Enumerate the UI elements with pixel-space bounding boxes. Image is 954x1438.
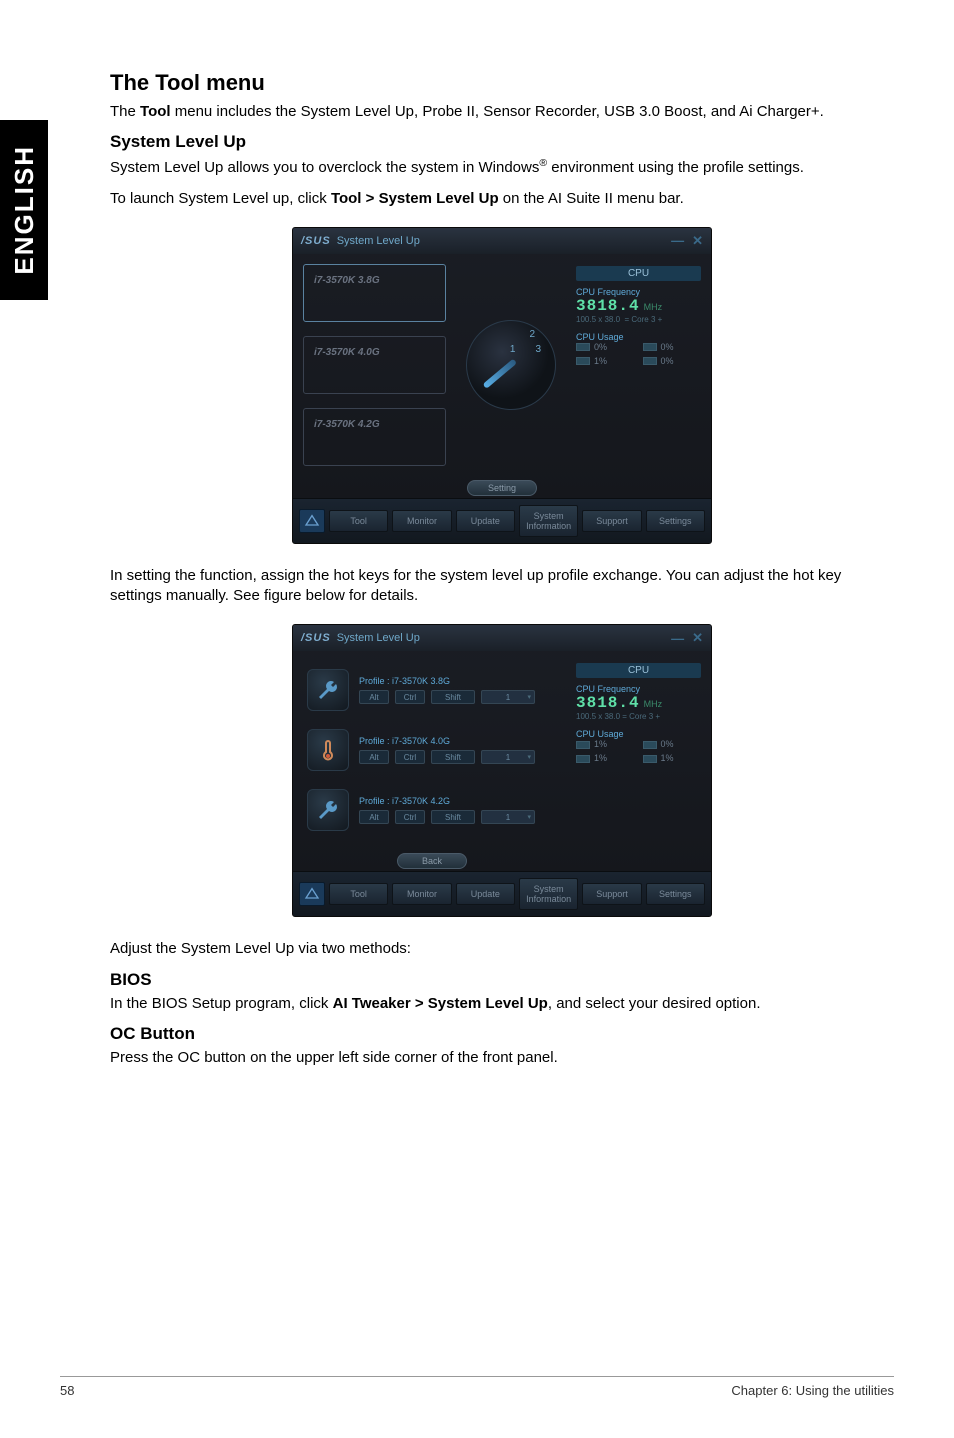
close-icon[interactable]: ✕ <box>692 233 703 249</box>
language-side-tab: ENGLISH <box>0 120 48 300</box>
dial-needle-icon <box>483 358 517 388</box>
para-bios: In the BIOS Setup program, click AI Twea… <box>110 994 894 1014</box>
wrench-icon <box>307 789 349 831</box>
profile-hotkey-row: Profile : i7-3570K 4.2G Alt Ctrl Shift 1 <box>307 789 562 831</box>
para-oc: Press the OC button on the upper left si… <box>110 1048 894 1068</box>
cpu-usage-cell: 0% <box>643 356 702 366</box>
window-footer: Tool Monitor Update System Information S… <box>293 498 711 543</box>
cpu-usage-section: CPU Usage 0% 0% 1% 0% <box>576 332 701 366</box>
system-level-up-window-settings: /SUS System Level Up — ✕ Profile : i7-3 <box>292 624 712 917</box>
cpu-header: CPU <box>576 266 701 281</box>
cpu-frequency-section: CPU Frequency 3818.4 MHz 100.5 x 38.0 = … <box>576 684 701 721</box>
para-slu-launch: To launch System Level up, click Tool > … <box>110 189 894 209</box>
profile-hotkey-row: Profile : i7-3570K 4.0G Alt Ctrl Shift 1 <box>307 729 562 771</box>
system-level-up-window-main: /SUS System Level Up — ✕ i7-3570K 3.8G i… <box>292 227 712 544</box>
cpu-header: CPU <box>576 663 701 678</box>
hotkey-mod-input[interactable]: Shift <box>431 810 475 824</box>
para-slu-intro: System Level Up allows you to overclock … <box>110 156 894 178</box>
hotkey-mod-input[interactable]: Alt <box>359 750 389 764</box>
window-footer: Tool Monitor Update System Information S… <box>293 871 711 916</box>
close-icon[interactable]: ✕ <box>692 630 703 646</box>
cpu-usage-cell: 0% <box>576 342 635 352</box>
hotkey-mod-input[interactable]: Ctrl <box>395 750 425 764</box>
hotkey-key-select[interactable]: 1 <box>481 690 535 704</box>
hotkey-key-select[interactable]: 1 <box>481 810 535 824</box>
cpu-usage-cell: 1% <box>576 356 635 366</box>
back-button[interactable]: Back <box>397 853 467 869</box>
footer-sysinfo-button[interactable]: System Information <box>519 505 578 537</box>
footer-settings-button[interactable]: Settings <box>646 510 705 532</box>
cpu-frequency-section: CPU Frequency 3818.4 MHz 100.5 x 38.0 = … <box>576 287 701 324</box>
footer-monitor-button[interactable]: Monitor <box>392 883 451 905</box>
chapter-label: Chapter 6: Using the utilities <box>731 1383 894 1398</box>
hotkey-mod-input[interactable]: Shift <box>431 750 475 764</box>
window-title: System Level Up <box>337 632 420 644</box>
setting-button[interactable]: Setting <box>467 480 537 496</box>
brand-logo: /SUS <box>301 235 331 247</box>
cpu-frequency-value: 3818.4 <box>576 297 640 315</box>
ai-suite-logo-icon[interactable] <box>299 509 325 533</box>
footer-sysinfo-button[interactable]: System Information <box>519 878 578 910</box>
footer-tool-button[interactable]: Tool <box>329 883 388 905</box>
hotkey-mod-input[interactable]: Ctrl <box>395 810 425 824</box>
hotkey-mod-input[interactable]: Alt <box>359 690 389 704</box>
footer-tool-button[interactable]: Tool <box>329 510 388 532</box>
footer-update-button[interactable]: Update <box>456 883 515 905</box>
cpu-frequency-value: 3818.4 <box>576 694 640 712</box>
minimize-icon[interactable]: — <box>671 233 684 248</box>
window-title: System Level Up <box>337 235 420 247</box>
heading-bios: BIOS <box>110 970 894 990</box>
ai-suite-logo-icon[interactable] <box>299 882 325 906</box>
cpu-usage-cell: 0% <box>643 342 702 352</box>
cpu-usage-cell: 1% <box>576 739 635 749</box>
profile-option-1[interactable]: i7-3570K 3.8G <box>303 264 446 322</box>
cpu-usage-section: CPU Usage 1% 0% 1% 1% <box>576 729 701 763</box>
dial-marks: 2 1 3 <box>510 329 541 355</box>
footer-support-button[interactable]: Support <box>582 510 641 532</box>
page-number: 58 <box>60 1383 74 1398</box>
cpu-usage-cell: 0% <box>643 739 702 749</box>
titlebar: /SUS System Level Up — ✕ <box>293 228 711 254</box>
footer-monitor-button[interactable]: Monitor <box>392 510 451 532</box>
language-label: ENGLISH <box>9 145 40 275</box>
hotkey-mod-input[interactable]: Ctrl <box>395 690 425 704</box>
page-footer: 58 Chapter 6: Using the utilities <box>60 1376 894 1398</box>
cpu-usage-cell: 1% <box>576 753 635 763</box>
titlebar: /SUS System Level Up — ✕ <box>293 625 711 651</box>
footer-settings-button[interactable]: Settings <box>646 883 705 905</box>
profile-option-2[interactable]: i7-3570K 4.0G <box>303 336 446 394</box>
level-dial[interactable]: 2 1 3 <box>466 320 556 410</box>
thermometer-icon <box>307 729 349 771</box>
hotkey-mod-input[interactable]: Alt <box>359 810 389 824</box>
footer-support-button[interactable]: Support <box>582 883 641 905</box>
heading-oc-button: OC Button <box>110 1024 894 1044</box>
profile-option-3[interactable]: i7-3570K 4.2G <box>303 408 446 466</box>
footer-update-button[interactable]: Update <box>456 510 515 532</box>
heading-system-level-up: System Level Up <box>110 132 894 152</box>
minimize-icon[interactable]: — <box>671 631 684 646</box>
para-tool-intro: The Tool menu includes the System Level … <box>110 102 894 122</box>
heading-tool-menu: The Tool menu <box>110 70 894 96</box>
hotkey-key-select[interactable]: 1 <box>481 750 535 764</box>
wrench-icon <box>307 669 349 711</box>
brand-logo: /SUS <box>301 632 331 644</box>
para-adjust-methods: Adjust the System Level Up via two metho… <box>110 939 894 959</box>
profile-hotkey-row: Profile : i7-3570K 3.8G Alt Ctrl Shift 1 <box>307 669 562 711</box>
para-setting-function: In setting the function, assign the hot … <box>110 566 894 607</box>
cpu-usage-cell: 1% <box>643 753 702 763</box>
hotkey-mod-input[interactable]: Shift <box>431 690 475 704</box>
